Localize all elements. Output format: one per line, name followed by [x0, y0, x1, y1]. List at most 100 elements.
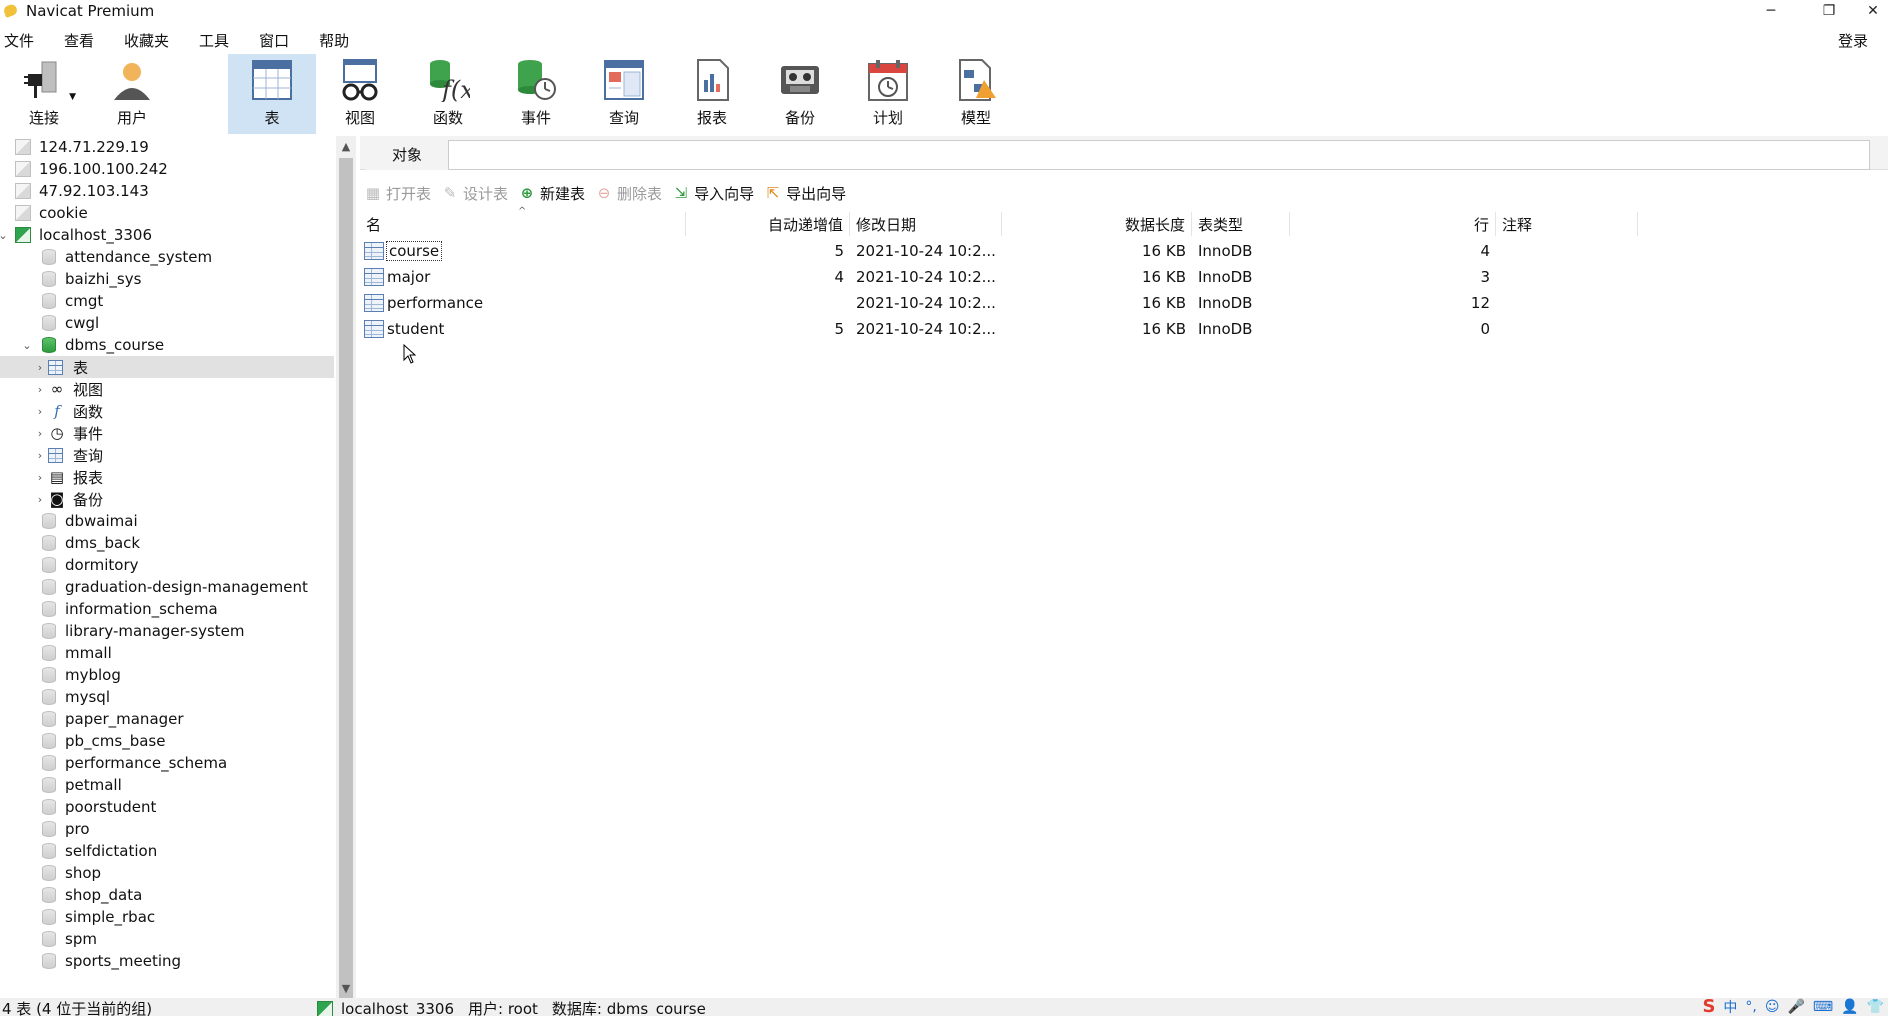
tree-node-queries[interactable]: › 查询: [0, 444, 334, 466]
tree-database[interactable]: sports_meeting: [0, 950, 334, 972]
tree-database[interactable]: performance_schema: [0, 752, 334, 774]
tree-database[interactable]: dormitory: [0, 554, 334, 576]
chevron-right-icon[interactable]: ›: [32, 361, 48, 374]
import-wizard-button[interactable]: ⇲ 导入向导: [672, 183, 754, 204]
tree-connection[interactable]: 196.100.100.242: [0, 158, 334, 180]
column-header-data-length[interactable]: 数据长度: [1002, 212, 1192, 236]
column-header-modified[interactable]: 修改日期: [850, 212, 1002, 236]
tree-node-functions[interactable]: › f 函数: [0, 400, 334, 422]
tree-node-events[interactable]: › ◷ 事件: [0, 422, 334, 444]
minimize-button[interactable]: ─: [1742, 0, 1800, 22]
tree-connection[interactable]: 47.92.103.143: [0, 180, 334, 202]
chevron-down-icon[interactable]: ⌄: [0, 229, 14, 242]
scrollbar-thumb[interactable]: [339, 158, 353, 1006]
tree-database[interactable]: pb_cms_base: [0, 730, 334, 752]
tree-database[interactable]: attendance_system: [0, 246, 334, 268]
tree-database[interactable]: shop_data: [0, 884, 334, 906]
tree-database[interactable]: mysql: [0, 686, 334, 708]
tree-database[interactable]: cwgl: [0, 312, 334, 334]
tree-database[interactable]: shop: [0, 862, 334, 884]
tree-database-open[interactable]: ⌄ dbms_course: [0, 334, 334, 356]
ime-skin-icon[interactable]: 👕: [1867, 999, 1884, 1015]
table-row[interactable]: major 4 2021-10-24 10:2... 16 KB InnoDB …: [360, 264, 1888, 290]
chevron-right-icon[interactable]: ›: [32, 493, 48, 506]
tree-node-reports[interactable]: › ▤ 报表: [0, 466, 334, 488]
tree-database[interactable]: cmgt: [0, 290, 334, 312]
ime-user-icon[interactable]: 👤: [1841, 999, 1858, 1015]
column-header-comment[interactable]: 注释: [1496, 212, 1638, 236]
query-button[interactable]: 查询: [580, 54, 668, 134]
event-button[interactable]: 事件: [492, 54, 580, 134]
tree-database[interactable]: information_schema: [0, 598, 334, 620]
login-link[interactable]: 登录: [1838, 30, 1868, 51]
column-header-engine[interactable]: 表类型: [1192, 212, 1290, 236]
report-button[interactable]: 报表: [668, 54, 756, 134]
tree-connection[interactable]: cookie: [0, 202, 334, 224]
close-button[interactable]: ✕: [1858, 0, 1888, 22]
ime-logo-icon[interactable]: S: [1702, 996, 1715, 1016]
tree-database[interactable]: graduation-design-management: [0, 576, 334, 598]
design-table-button[interactable]: ✎ 设计表: [441, 183, 508, 204]
view-button[interactable]: 视图: [316, 54, 404, 134]
connect-button[interactable]: 连接 ▼: [0, 54, 88, 134]
tree-node-views[interactable]: › ∞ 视图: [0, 378, 334, 400]
column-header-name[interactable]: 名 ^: [360, 206, 686, 236]
tree-database[interactable]: pro: [0, 818, 334, 840]
ime-microphone-icon[interactable]: 🎤: [1787, 999, 1804, 1015]
tree-database[interactable]: paper_manager: [0, 708, 334, 730]
tree-database[interactable]: dms_back: [0, 532, 334, 554]
new-table-button[interactable]: ⊕ 新建表: [518, 183, 585, 204]
function-button[interactable]: f(x) 函数: [404, 54, 492, 134]
tree-scrollbar[interactable]: ▲ ▼: [336, 136, 356, 1006]
chevron-right-icon[interactable]: ›: [32, 405, 48, 418]
scroll-down-icon[interactable]: ▼: [336, 978, 356, 998]
open-table-button[interactable]: ▦ 打开表: [364, 183, 431, 204]
chevron-right-icon[interactable]: ›: [32, 427, 48, 440]
export-wizard-button[interactable]: ⇱ 导出向导: [764, 183, 846, 204]
user-button[interactable]: 用户: [88, 54, 176, 134]
table-button[interactable]: 表: [228, 54, 316, 134]
tree-database[interactable]: poorstudent: [0, 796, 334, 818]
ime-emoji-icon[interactable]: ☺: [1765, 999, 1780, 1015]
menu-view[interactable]: 查看: [60, 30, 108, 51]
tree-database[interactable]: library-manager-system: [0, 620, 334, 642]
ime-keyboard-icon[interactable]: ⌨: [1813, 999, 1833, 1015]
table-row[interactable]: course 5 2021-10-24 10:2... 16 KB InnoDB…: [360, 238, 1888, 264]
tree-database[interactable]: dbwaimai: [0, 510, 334, 532]
tree-node-backups[interactable]: › ◙ 备份: [0, 488, 334, 510]
menu-help[interactable]: 帮助: [315, 30, 363, 51]
delete-table-button[interactable]: ⊖ 删除表: [595, 183, 662, 204]
menu-window[interactable]: 窗口: [255, 30, 303, 51]
tree-database[interactable]: baizhi_sys: [0, 268, 334, 290]
tree-node-tables[interactable]: › 表: [0, 356, 334, 378]
chevron-down-icon[interactable]: ⌄: [14, 339, 40, 352]
chevron-right-icon[interactable]: ›: [32, 449, 48, 462]
ime-chinese-icon[interactable]: 中: [1723, 997, 1737, 1016]
tree-database[interactable]: spm: [0, 928, 334, 950]
tree-database[interactable]: selfdictation: [0, 840, 334, 862]
menu-file[interactable]: 文件: [0, 30, 48, 51]
column-header-auto-increment[interactable]: 自动递增值: [686, 212, 850, 236]
backup-button[interactable]: 备份: [756, 54, 844, 134]
table-row[interactable]: student 5 2021-10-24 10:2... 16 KB InnoD…: [360, 316, 1888, 342]
tree-database[interactable]: mmall: [0, 642, 334, 664]
tree-database[interactable]: petmall: [0, 774, 334, 796]
scroll-up-icon[interactable]: ▲: [336, 136, 356, 156]
tree-connection-localhost[interactable]: ⌄ localhost_3306: [0, 224, 326, 246]
chevron-right-icon[interactable]: ›: [32, 471, 48, 484]
tree-database[interactable]: simple_rbac: [0, 906, 334, 928]
model-button[interactable]: 模型: [932, 54, 1020, 134]
menu-tools[interactable]: 工具: [195, 30, 243, 51]
schedule-button[interactable]: 计划: [844, 54, 932, 134]
model-icon: [953, 57, 999, 103]
tree-database[interactable]: myblog: [0, 664, 334, 686]
menu-favorites[interactable]: 收藏夹: [120, 30, 183, 51]
dropdown-arrow-icon[interactable]: ▼: [69, 92, 76, 102]
column-header-rows[interactable]: 行: [1290, 212, 1496, 236]
tree-connection[interactable]: 124.71.229.19: [0, 136, 334, 158]
chevron-right-icon[interactable]: ›: [32, 383, 48, 396]
table-row[interactable]: performance 2021-10-24 10:2... 16 KB Inn…: [360, 290, 1888, 316]
tab-objects[interactable]: 对象: [366, 138, 448, 170]
restore-button[interactable]: ❐: [1800, 0, 1858, 22]
ime-punctuation-icon[interactable]: °,: [1745, 999, 1756, 1015]
